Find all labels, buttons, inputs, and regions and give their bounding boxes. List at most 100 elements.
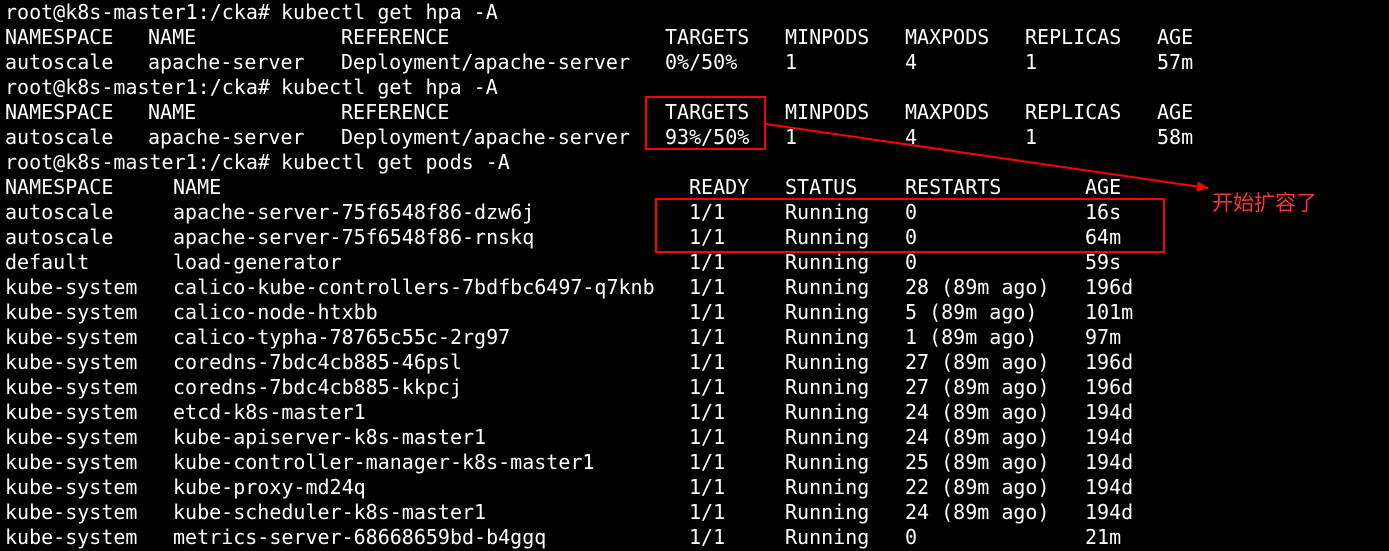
- column-header-namespace: NAMESPACE: [5, 175, 114, 199]
- column-header-name: NAME: [148, 25, 197, 49]
- cell-namespace: kube-system: [5, 300, 138, 324]
- cell-name: metrics-server-68668659bd-b4ggq: [173, 525, 547, 549]
- cell-name: calico-typha-78765c55c-2rg97: [173, 325, 511, 349]
- cell-ready: 1/1: [689, 300, 726, 324]
- cell-name: kube-scheduler-k8s-master1: [173, 500, 487, 524]
- column-header-reference: REFERENCE: [341, 25, 450, 49]
- cell-name: calico-node-htxbb: [173, 300, 378, 324]
- column-header-maxpods: MAXPODS: [905, 100, 990, 124]
- cell-ready: 1/1: [689, 250, 726, 274]
- cell-status: Running: [785, 475, 870, 499]
- cell-ready: 1/1: [689, 525, 726, 549]
- cell-namespace: kube-system: [5, 325, 138, 349]
- cell-restarts: 0: [905, 250, 918, 274]
- column-header-namespace: NAMESPACE: [5, 100, 114, 124]
- column-header-namespace: NAMESPACE: [5, 25, 114, 49]
- column-header-reference: REFERENCE: [341, 100, 450, 124]
- cell-targets: 0%/50%: [665, 50, 738, 74]
- cell-restarts: 25 (89m ago): [905, 450, 1050, 474]
- cell-namespace: kube-system: [5, 475, 138, 499]
- cell-status: Running: [785, 450, 870, 474]
- terminal-window[interactable]: root@k8s-master1:/cka# kubectl get hpa -A…: [0, 0, 1389, 551]
- cell-restarts: 28 (89m ago): [905, 275, 1050, 299]
- cell-age: 194d: [1085, 450, 1134, 474]
- cell-age: 196d: [1085, 275, 1134, 299]
- cell-status: Running: [785, 400, 870, 424]
- cell-age: 194d: [1085, 400, 1134, 424]
- cell-ready: 1/1: [689, 325, 726, 349]
- cell-restarts: 24 (89m ago): [905, 425, 1050, 449]
- cell-age: 58m: [1157, 125, 1194, 149]
- cell-namespace: default: [5, 250, 90, 274]
- cell-reference: Deployment/apache-server: [341, 50, 630, 74]
- cell-status: Running: [785, 250, 870, 274]
- scale-up-annotation: 开始扩容了: [1212, 191, 1317, 215]
- cell-status: Running: [785, 500, 870, 524]
- column-header-minpods: MINPODS: [785, 100, 870, 124]
- cell-name: apache-server-75f6548f86-dzw6j: [173, 200, 535, 224]
- cell-namespace: kube-system: [5, 375, 138, 399]
- cell-ready: 1/1: [689, 450, 726, 474]
- cell-status: Running: [785, 350, 870, 374]
- cell-age: 21m: [1085, 525, 1122, 549]
- cell-name: kube-apiserver-k8s-master1: [173, 425, 487, 449]
- cell-maxpods: 4: [905, 125, 918, 149]
- cell-age: 194d: [1085, 475, 1134, 499]
- column-header-age: AGE: [1157, 25, 1194, 49]
- cell-namespace: kube-system: [5, 525, 138, 549]
- cell-namespace: kube-system: [5, 425, 138, 449]
- cell-age: 57m: [1157, 50, 1194, 74]
- cell-name: apache-server: [148, 50, 305, 74]
- cell-namespace: kube-system: [5, 400, 138, 424]
- column-header-age: AGE: [1157, 100, 1194, 124]
- shell-prompt: root@k8s-master1:/cka#: [5, 0, 270, 24]
- cell-ready: 1/1: [689, 275, 726, 299]
- new-pods-highlight-box: [655, 198, 1165, 253]
- column-header-maxpods: MAXPODS: [905, 25, 990, 49]
- cell-age: 194d: [1085, 425, 1134, 449]
- cell-restarts: 27 (89m ago): [905, 350, 1050, 374]
- column-header-age: AGE: [1085, 175, 1122, 199]
- cell-age: 196d: [1085, 350, 1134, 374]
- command-text: kubectl get hpa -A: [281, 75, 498, 99]
- cell-status: Running: [785, 375, 870, 399]
- cell-namespace: autoscale: [5, 200, 114, 224]
- cell-replicas: 1: [1025, 50, 1038, 74]
- cell-name: etcd-k8s-master1: [173, 400, 366, 424]
- cell-status: Running: [785, 300, 870, 324]
- cell-namespace: autoscale: [5, 50, 114, 74]
- cell-namespace: kube-system: [5, 500, 138, 524]
- column-header-minpods: MINPODS: [785, 25, 870, 49]
- cell-ready: 1/1: [689, 350, 726, 374]
- column-header-status: STATUS: [785, 175, 858, 199]
- cell-restarts: 22 (89m ago): [905, 475, 1050, 499]
- cell-age: 194d: [1085, 500, 1134, 524]
- cell-namespace: kube-system: [5, 450, 138, 474]
- column-header-replicas: REPLICAS: [1025, 100, 1122, 124]
- column-header-restarts: RESTARTS: [905, 175, 1002, 199]
- column-header-ready: READY: [689, 175, 750, 199]
- cell-ready: 1/1: [689, 425, 726, 449]
- cell-namespace: autoscale: [5, 225, 114, 249]
- cell-age: 97m: [1085, 325, 1122, 349]
- cell-namespace: autoscale: [5, 125, 114, 149]
- column-header-replicas: REPLICAS: [1025, 25, 1122, 49]
- command-text: kubectl get hpa -A: [281, 0, 498, 24]
- command-text: kubectl get pods -A: [281, 150, 510, 174]
- cell-name: apache-server: [148, 125, 305, 149]
- cell-name: kube-controller-manager-k8s-master1: [173, 450, 595, 474]
- cell-restarts: 1 (89m ago): [905, 325, 1038, 349]
- cell-name: coredns-7bdc4cb885-46psl: [173, 350, 462, 374]
- cell-status: Running: [785, 325, 870, 349]
- targets-highlight-box: [645, 96, 766, 150]
- cell-maxpods: 4: [905, 50, 918, 74]
- cell-name: coredns-7bdc4cb885-kkpcj: [173, 375, 462, 399]
- cell-age: 101m: [1085, 300, 1134, 324]
- cell-restarts: 5 (89m ago): [905, 300, 1038, 324]
- cell-name: apache-server-75f6548f86-rnskq: [173, 225, 535, 249]
- cell-status: Running: [785, 525, 870, 549]
- cell-restarts: 27 (89m ago): [905, 375, 1050, 399]
- cell-minpods: 1: [785, 125, 798, 149]
- column-header-name: NAME: [173, 175, 222, 199]
- cell-restarts: 24 (89m ago): [905, 400, 1050, 424]
